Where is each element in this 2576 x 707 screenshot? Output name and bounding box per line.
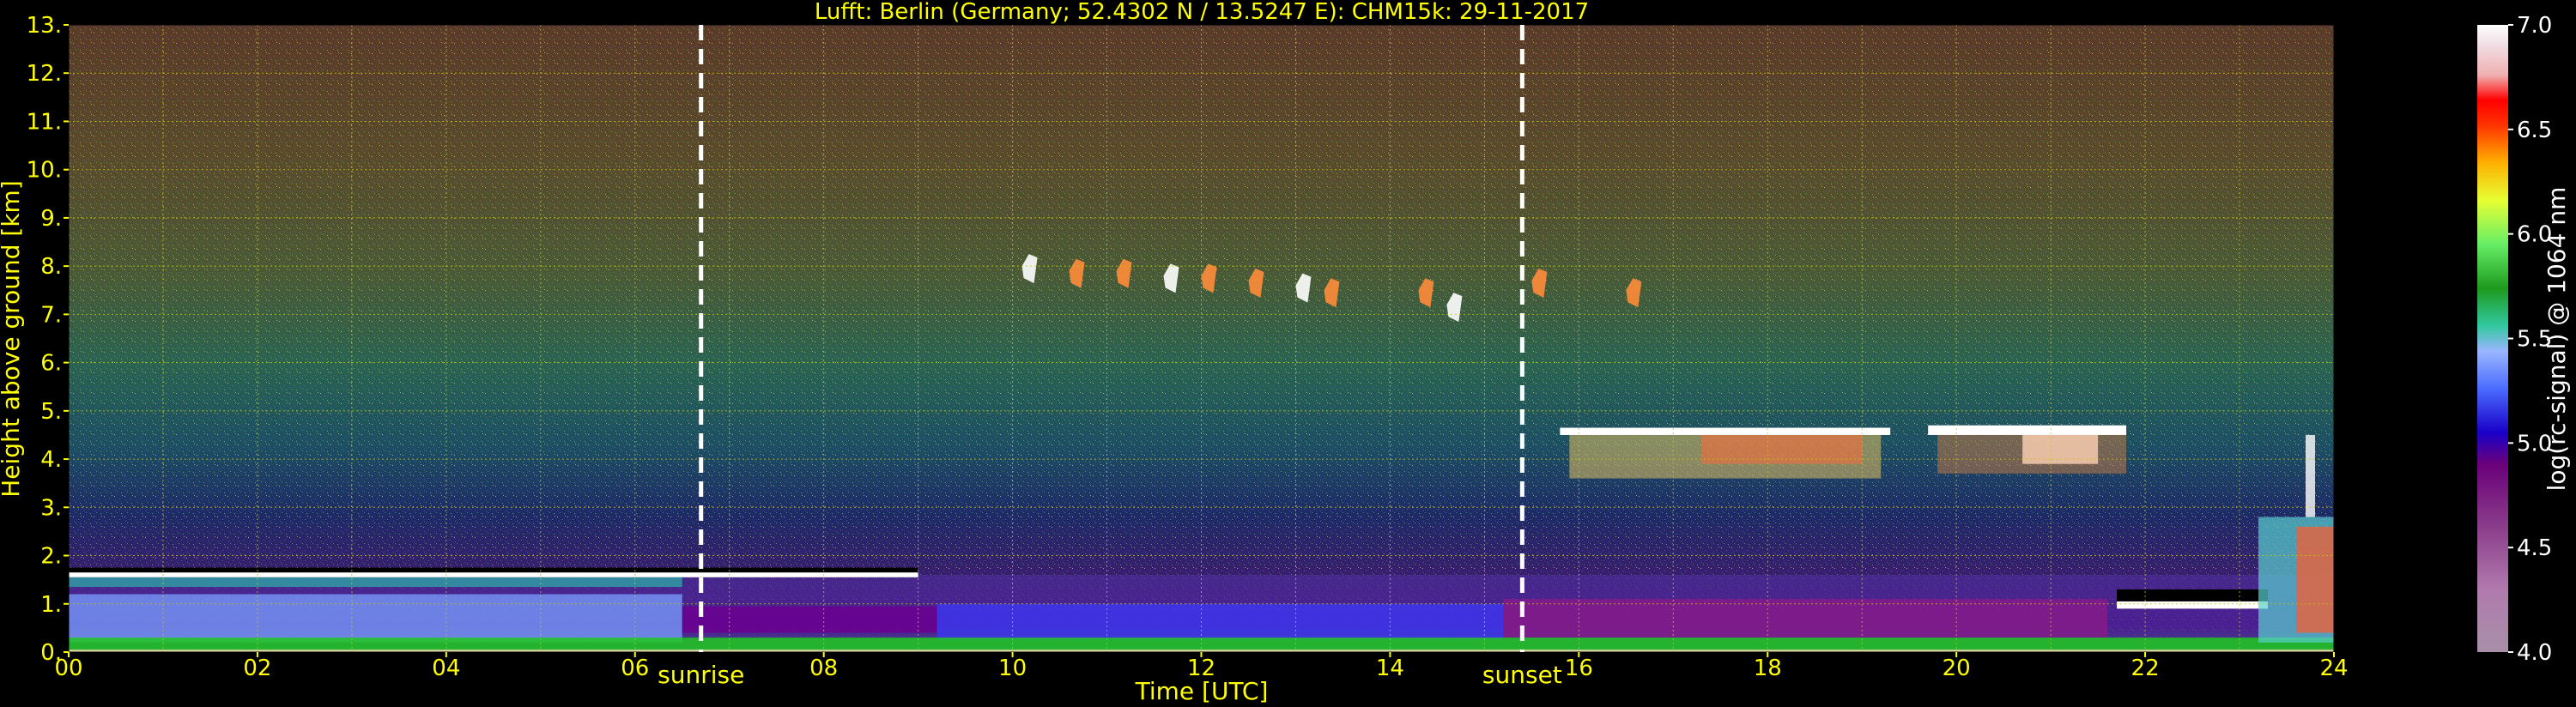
- y-tick-label: 8.: [40, 254, 62, 280]
- x-tick-label: 06: [621, 656, 649, 681]
- x-tick-label: 14: [1376, 656, 1404, 681]
- aerosol-layer: [69, 594, 682, 643]
- y-tick-label: 5.: [40, 399, 62, 425]
- colorbar-tick-label: 4.5: [2517, 535, 2552, 561]
- sunset-label: sunset: [1482, 661, 1562, 689]
- altocumulus-top: [1560, 427, 1891, 435]
- x-tick-label: 04: [432, 656, 460, 681]
- precipitation-core: [2296, 526, 2334, 633]
- x-tick-label: 02: [243, 656, 271, 681]
- altocumulus-top: [1928, 425, 2127, 435]
- colorbar-label: log(rc-signal) @ 1064 nm: [2543, 187, 2571, 492]
- colorbar: [2477, 25, 2508, 652]
- x-axis-label: Time [UTC]: [1135, 677, 1269, 705]
- y-tick-label: 3.: [40, 495, 62, 521]
- y-tick-label: 12.: [27, 61, 62, 87]
- y-tick-label: 7.: [40, 302, 62, 328]
- y-tick-label: 6.: [40, 351, 62, 377]
- y-axis-label: Height above ground [km]: [0, 180, 25, 498]
- colorbar-tick-label: 7.0: [2517, 13, 2552, 39]
- x-tick-label: 08: [809, 656, 838, 681]
- x-tick-label: 24: [2319, 656, 2348, 681]
- aerosol-layer: [1503, 599, 2108, 638]
- y-tick-label: 0.: [40, 640, 62, 666]
- low-cloud: [2117, 601, 2269, 609]
- y-tick-label: 2.: [40, 544, 62, 570]
- ceilometer-chart: sunrise sunset 00 02 04 06 08 10 12 14 16 18 20 22 24…: [0, 0, 2571, 705]
- x-tick-label: 18: [1754, 656, 1782, 681]
- colorbar-tick-label: 4.0: [2517, 640, 2552, 666]
- sunrise-label: sunrise: [658, 661, 744, 689]
- y-tick-labels: 0. 1. 2. 3. 4. 5. 6. 7. 8. 9. 10. 11. 12. 13.: [27, 13, 69, 666]
- aerosol-layer: [682, 606, 937, 633]
- y-tick-label: 11.: [27, 109, 62, 135]
- low-cloud-shadow: [2117, 589, 2269, 601]
- precipitation-streak: [2306, 434, 2316, 517]
- y-tick-label: 9.: [40, 206, 62, 232]
- x-tick-label: 10: [998, 656, 1027, 681]
- boundary-layer-mix: [69, 577, 682, 588]
- y-tick-label: 4.: [40, 447, 62, 473]
- x-tick-label: 16: [1565, 656, 1593, 681]
- chart-title: Lufft: Berlin (Germany; 52.4302 N / 13.5…: [815, 0, 1589, 25]
- aerosol-layer: [936, 603, 1504, 640]
- y-tick-label: 13.: [27, 13, 62, 39]
- boundary-layer-top: [69, 572, 918, 577]
- altocumulus-body: [1937, 434, 2127, 474]
- x-tick-label: 20: [1943, 656, 1971, 681]
- colorbar-tick-label: 6.5: [2517, 118, 2552, 143]
- altocumulus-core: [1701, 434, 1863, 464]
- y-tick-label: 1.: [40, 592, 62, 618]
- x-tick-label: 22: [2131, 656, 2160, 681]
- y-tick-label: 10.: [27, 158, 62, 184]
